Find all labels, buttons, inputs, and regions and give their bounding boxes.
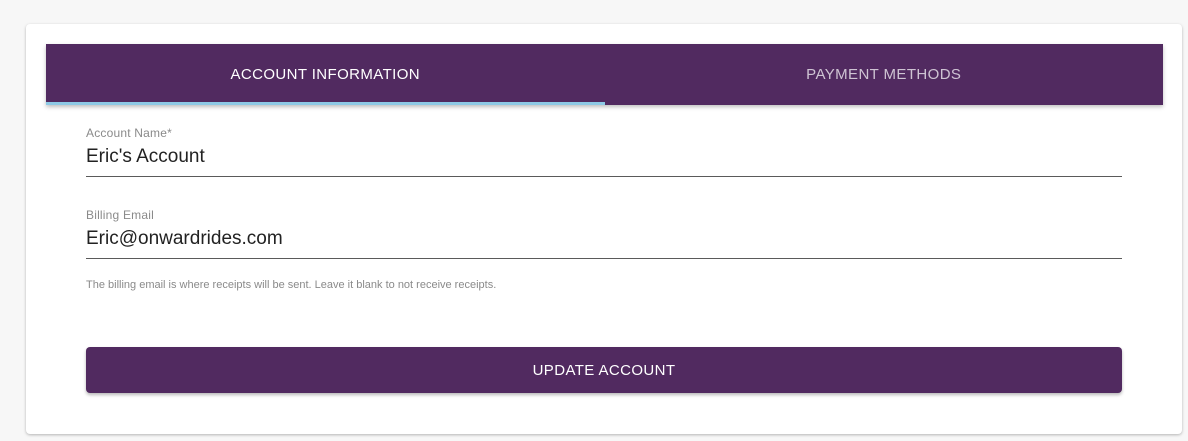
update-account-button[interactable]: UPDATE ACCOUNT xyxy=(86,347,1122,393)
tab-account-information-label: ACCOUNT INFORMATION xyxy=(230,66,421,83)
billing-email-field: Billing Email xyxy=(86,208,1122,259)
tab-payment-methods[interactable]: PAYMENT METHODS xyxy=(605,44,1164,105)
tab-account-information[interactable]: ACCOUNT INFORMATION xyxy=(46,44,605,105)
account-name-label: Account Name* xyxy=(86,126,172,140)
billing-email-input[interactable] xyxy=(86,222,1122,259)
tab-payment-methods-label: PAYMENT METHODS xyxy=(806,66,962,83)
tab-bar: ACCOUNT INFORMATION PAYMENT METHODS xyxy=(46,44,1163,105)
account-name-field: Account Name* xyxy=(86,126,1122,177)
account-name-input[interactable] xyxy=(86,140,1122,177)
billing-email-label: Billing Email xyxy=(86,208,154,222)
account-settings-card: ACCOUNT INFORMATION PAYMENT METHODS Acco… xyxy=(26,24,1182,434)
billing-email-helper-text: The billing email is where receipts will… xyxy=(86,279,497,291)
